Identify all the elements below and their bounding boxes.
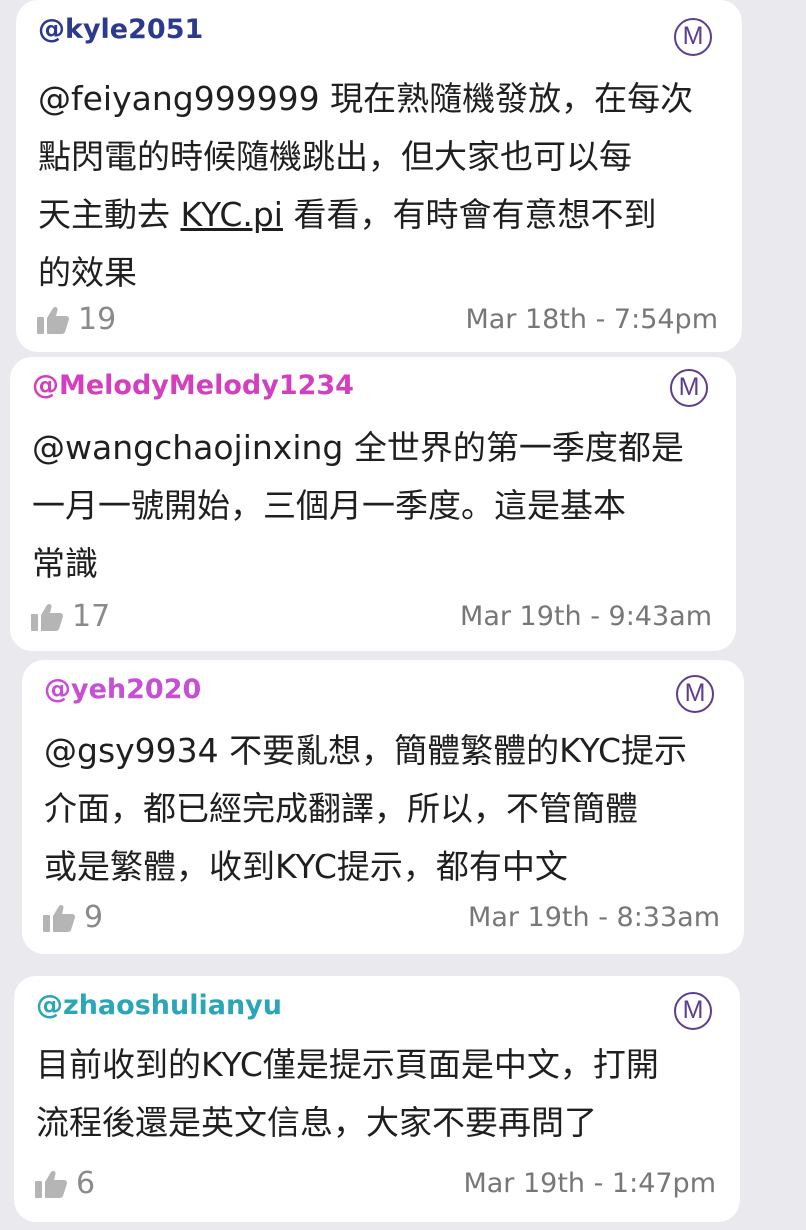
thumbs-up-icon [37, 306, 69, 334]
comment-timestamp: Mar 19th - 9:43am [460, 601, 712, 632]
comment-text-line: 介面，都已經完成翻譯，所以，不管簡體 [44, 789, 638, 828]
like-count: 17 [72, 599, 111, 634]
comment-text-line: 一月一號開始，三個月一季度。這是基本 [32, 486, 626, 525]
comment-text-segment: 看看，有時會有意想不到 [282, 195, 657, 234]
like-button[interactable]: 9 [42, 900, 103, 935]
comment-card: @kyle2051 M @feiyang999999 現在熟隨機發放，在每次 點… [16, 0, 742, 352]
like-count: 6 [76, 1166, 96, 1201]
comment-card: @zhaoshulianyu M 目前收到的KYC僅是提示頁面是中文，打開 流程… [14, 976, 740, 1222]
comment-username[interactable]: @kyle2051 [38, 14, 203, 45]
comment-text-line: 目前收到的KYC僅是提示頁面是中文，打開 [36, 1045, 659, 1084]
moderator-badge-icon: M [676, 675, 714, 713]
comment-timestamp: Mar 19th - 8:33am [468, 902, 720, 933]
comment-text-line: 的效果 [38, 253, 137, 292]
thumbs-up-icon [43, 904, 75, 932]
comment-username[interactable]: @zhaoshulianyu [36, 990, 282, 1021]
comment-card: @MelodyMelody1234 M @wangchaojinxing 全世界… [10, 357, 736, 651]
comment-username[interactable]: @MelodyMelody1234 [32, 370, 354, 401]
comment-text-line: @wangchaojinxing 全世界的第一季度都是 [32, 428, 684, 467]
comment-text-line: @feiyang999999 現在熟隨機發放，在每次 [38, 79, 694, 118]
comment-text-line: 流程後還是英文信息，大家不要再問了 [36, 1103, 597, 1142]
comment-body: @feiyang999999 現在熟隨機發放，在每次 點閃電的時候隨機跳出，但大… [38, 70, 724, 302]
like-button[interactable]: 6 [34, 1166, 95, 1201]
kyc-link[interactable]: KYC.pi [181, 195, 283, 234]
comment-text-line: 天主動去 KYC.pi 看看，有時會有意想不到 [38, 186, 724, 244]
like-count: 9 [84, 900, 104, 935]
moderator-badge-icon: M [674, 18, 712, 56]
comment-feed: @kyle2051 M @feiyang999999 現在熟隨機發放，在每次 點… [0, 0, 806, 1230]
comment-text-segment: 天主動去 [38, 195, 181, 234]
moderator-badge-icon: M [674, 992, 712, 1030]
like-button[interactable]: 17 [30, 599, 110, 634]
comment-card: @yeh2020 M @gsy9934 不要亂想，簡體繁體的KYC提示 介面，都… [22, 660, 744, 954]
comment-timestamp: Mar 19th - 1:47pm [463, 1168, 716, 1199]
comment-text-line: @gsy9934 不要亂想，簡體繁體的KYC提示 [44, 731, 688, 770]
comment-username[interactable]: @yeh2020 [44, 674, 201, 705]
thumbs-up-icon [35, 1170, 67, 1198]
comment-text-line: 常識 [32, 544, 98, 583]
like-button[interactable]: 19 [36, 302, 116, 337]
comment-body: @wangchaojinxing 全世界的第一季度都是 一月一號開始，三個月一季… [32, 419, 718, 593]
moderator-badge-icon: M [670, 369, 708, 407]
comment-body: @gsy9934 不要亂想，簡體繁體的KYC提示 介面，都已經完成翻譯，所以，不… [44, 722, 726, 896]
comment-timestamp: Mar 18th - 7:54pm [465, 304, 718, 335]
comment-text-line: 點閃電的時候隨機跳出，但大家也可以每 [38, 137, 632, 176]
thumbs-up-icon [31, 603, 63, 631]
comment-body: 目前收到的KYC僅是提示頁面是中文，打開 流程後還是英文信息，大家不要再問了 [36, 1036, 722, 1152]
comment-text-line: 或是繁體，收到KYC提示，都有中文 [44, 847, 568, 886]
like-count: 19 [78, 302, 117, 337]
